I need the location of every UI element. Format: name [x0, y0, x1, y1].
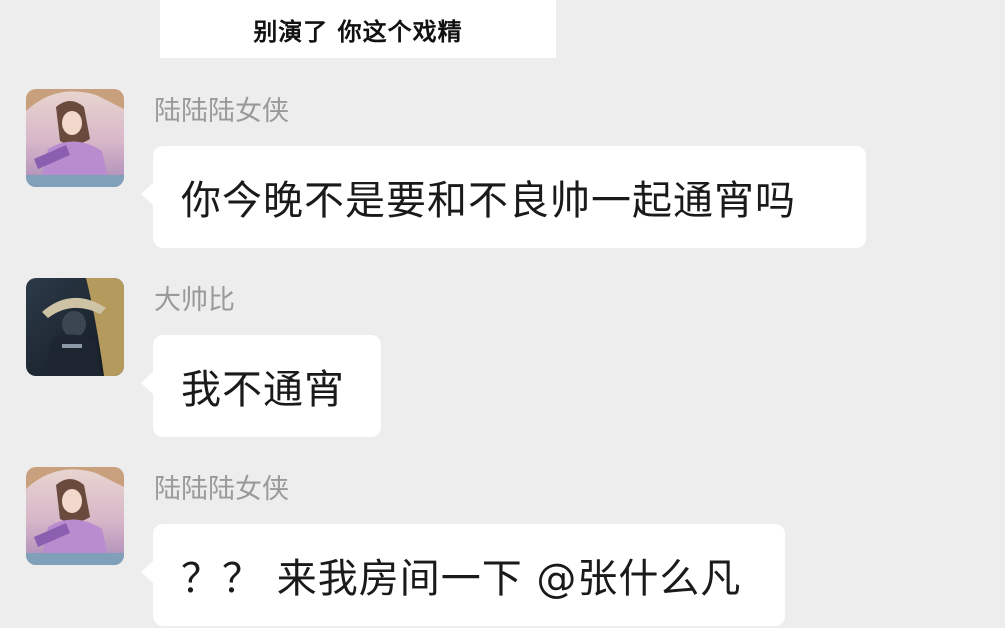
heroine-avatar-icon[interactable] — [26, 467, 124, 565]
sender-name: 陆陆陆女侠 — [154, 96, 289, 127]
message-bubble[interactable]: ？？ 来我房间一下 @张什么凡 — [141, 524, 785, 626]
sender-name: 陆陆陆女侠 — [154, 474, 289, 505]
video-caption-bar: 别演了 你这个戏精 — [160, 0, 556, 58]
message-bubble[interactable]: 你今晚不是要和不良帅一起通宵吗 — [141, 146, 866, 248]
message-bubble[interactable]: 我不通宵 — [141, 335, 381, 437]
sender-name: 大帅比 — [154, 285, 235, 316]
video-caption: 别演了 你这个戏精 — [253, 17, 463, 46]
message-text: 我不通宵 — [181, 367, 345, 413]
message-text: ？？ 来我房间一下 @张什么凡 — [181, 556, 742, 602]
message-text: 你今晚不是要和不良帅一起通宵吗 — [181, 178, 796, 224]
masked-hero-avatar-icon[interactable] — [26, 278, 124, 376]
heroine-avatar-icon[interactable] — [26, 89, 124, 187]
